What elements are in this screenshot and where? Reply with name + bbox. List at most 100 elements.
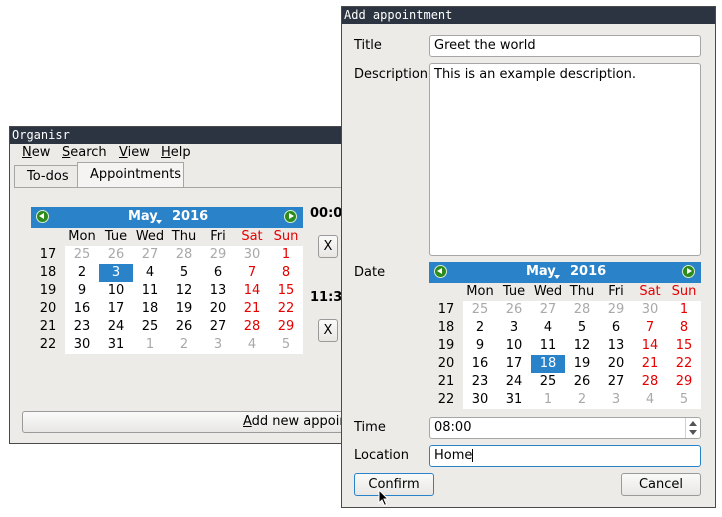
date-calendar-day[interactable]: 6 xyxy=(599,319,633,337)
calendar-day[interactable]: 18 xyxy=(133,300,167,318)
calendar-day[interactable]: 30 xyxy=(65,336,99,354)
date-calendar-day[interactable]: 9 xyxy=(463,337,497,355)
calendar-day[interactable]: 17 xyxy=(99,300,133,318)
calendar-day[interactable]: 29 xyxy=(201,246,235,264)
date-calendar-day[interactable]: 3 xyxy=(497,319,531,337)
month-dropdown-icon[interactable] xyxy=(156,220,162,224)
date-calendar-day[interactable]: 23 xyxy=(463,373,497,391)
date-calendar-day[interactable]: 29 xyxy=(599,301,633,319)
date-calendar-day[interactable]: 22 xyxy=(667,355,701,373)
date-calendar-day[interactable]: 29 xyxy=(667,373,701,391)
calendar-day[interactable]: 2 xyxy=(167,336,201,354)
date-calendar-day[interactable]: 28 xyxy=(633,373,667,391)
date-calendar-day[interactable]: 4 xyxy=(531,319,565,337)
calendar-day[interactable]: 3 xyxy=(201,336,235,354)
year-selector[interactable]: 2016 xyxy=(172,209,208,224)
date-calendar-day[interactable]: 16 xyxy=(463,355,497,373)
year-selector[interactable]: 2016 xyxy=(570,264,606,279)
calendar-day[interactable]: 25 xyxy=(133,318,167,336)
calendar-day[interactable]: 3 xyxy=(99,264,133,282)
spin-up-icon[interactable] xyxy=(689,421,697,426)
month-selector[interactable]: May xyxy=(526,264,556,279)
calendar-day[interactable]: 31 xyxy=(99,336,133,354)
month-selector[interactable]: May xyxy=(128,209,158,224)
dialog-titlebar[interactable]: Add appointment xyxy=(342,7,715,24)
date-calendar-day[interactable]: 7 xyxy=(633,319,667,337)
date-calendar-day[interactable]: 19 xyxy=(565,355,599,373)
calendar-day[interactable]: 22 xyxy=(269,300,303,318)
date-calendar-day[interactable]: 4 xyxy=(633,391,667,409)
location-input[interactable]: Home xyxy=(429,445,701,467)
calendar-day[interactable]: 19 xyxy=(167,300,201,318)
menu-new[interactable]: New xyxy=(22,145,50,160)
calendar-day[interactable]: 16 xyxy=(65,300,99,318)
calendar-day[interactable]: 24 xyxy=(99,318,133,336)
calendar-day[interactable]: 4 xyxy=(133,264,167,282)
add-appointment-button[interactable]: Add new appoint xyxy=(22,411,362,433)
calendar-day[interactable]: 11 xyxy=(133,282,167,300)
date-calendar-day[interactable]: 2 xyxy=(565,391,599,409)
date-calendar-day[interactable]: 3 xyxy=(599,391,633,409)
calendar-day[interactable]: 12 xyxy=(167,282,201,300)
calendar-day[interactable]: 4 xyxy=(235,336,269,354)
date-calendar-day[interactable]: 8 xyxy=(667,319,701,337)
calendar-day[interactable]: 5 xyxy=(167,264,201,282)
confirm-button[interactable]: Confirm xyxy=(354,473,434,496)
date-calendar-day[interactable]: 1 xyxy=(531,391,565,409)
calendar-day[interactable]: 1 xyxy=(133,336,167,354)
date-calendar-day[interactable]: 18 xyxy=(531,355,565,373)
date-calendar-day[interactable]: 26 xyxy=(497,301,531,319)
calendar-day[interactable]: 1 xyxy=(269,246,303,264)
calendar-day[interactable]: 21 xyxy=(235,300,269,318)
calendar-day[interactable]: 15 xyxy=(269,282,303,300)
date-calendar-day[interactable]: 13 xyxy=(599,337,633,355)
menu-search[interactable]: Search xyxy=(62,145,107,160)
calendar-day[interactable]: 27 xyxy=(133,246,167,264)
calendar-day[interactable]: 6 xyxy=(201,264,235,282)
next-month-icon[interactable] xyxy=(682,265,695,278)
date-calendar-day[interactable]: 5 xyxy=(667,391,701,409)
calendar-day[interactable]: 7 xyxy=(235,264,269,282)
calendar-day[interactable]: 28 xyxy=(167,246,201,264)
menu-view[interactable]: View xyxy=(119,145,150,160)
date-calendar-day[interactable]: 11 xyxy=(531,337,565,355)
calendar-day[interactable]: 10 xyxy=(99,282,133,300)
month-dropdown-icon[interactable] xyxy=(554,275,560,279)
time-spinbox[interactable]: 08:00 xyxy=(429,417,701,439)
calendar-day[interactable]: 25 xyxy=(65,246,99,264)
date-calendar-day[interactable]: 30 xyxy=(633,301,667,319)
date-calendar-day[interactable]: 10 xyxy=(497,337,531,355)
calendar-day[interactable]: 14 xyxy=(235,282,269,300)
organisr-titlebar[interactable]: Organisr xyxy=(10,127,348,144)
calendar-day[interactable]: 13 xyxy=(201,282,235,300)
date-calendar-day[interactable]: 25 xyxy=(531,373,565,391)
calendar-day[interactable]: 8 xyxy=(269,264,303,282)
date-calendar-day[interactable]: 14 xyxy=(633,337,667,355)
calendar-day[interactable]: 9 xyxy=(65,282,99,300)
calendar-day[interactable]: 27 xyxy=(201,318,235,336)
delete-appointment-button[interactable]: X xyxy=(318,319,338,342)
date-calendar-day[interactable]: 24 xyxy=(497,373,531,391)
date-calendar-day[interactable]: 17 xyxy=(497,355,531,373)
date-calendar-day[interactable]: 27 xyxy=(531,301,565,319)
calendar-day[interactable]: 30 xyxy=(235,246,269,264)
calendar-day[interactable]: 5 xyxy=(269,336,303,354)
date-calendar-day[interactable]: 21 xyxy=(633,355,667,373)
next-month-icon[interactable] xyxy=(284,210,297,223)
date-calendar-day[interactable]: 1 xyxy=(667,301,701,319)
calendar-day[interactable]: 23 xyxy=(65,318,99,336)
delete-appointment-button[interactable]: X xyxy=(318,235,338,258)
calendar-day[interactable]: 26 xyxy=(99,246,133,264)
calendar-day[interactable]: 29 xyxy=(269,318,303,336)
date-calendar-day[interactable]: 12 xyxy=(565,337,599,355)
spin-down-icon[interactable] xyxy=(689,430,697,435)
date-calendar-day[interactable]: 30 xyxy=(463,391,497,409)
prev-month-icon[interactable] xyxy=(36,210,49,223)
menu-help[interactable]: Help xyxy=(161,145,191,160)
cancel-button[interactable]: Cancel xyxy=(621,473,701,496)
calendar-day[interactable]: 28 xyxy=(235,318,269,336)
prev-month-icon[interactable] xyxy=(434,265,447,278)
date-calendar-day[interactable]: 27 xyxy=(599,373,633,391)
calendar-day[interactable]: 26 xyxy=(167,318,201,336)
tab-appointments[interactable]: Appointments xyxy=(77,162,184,188)
